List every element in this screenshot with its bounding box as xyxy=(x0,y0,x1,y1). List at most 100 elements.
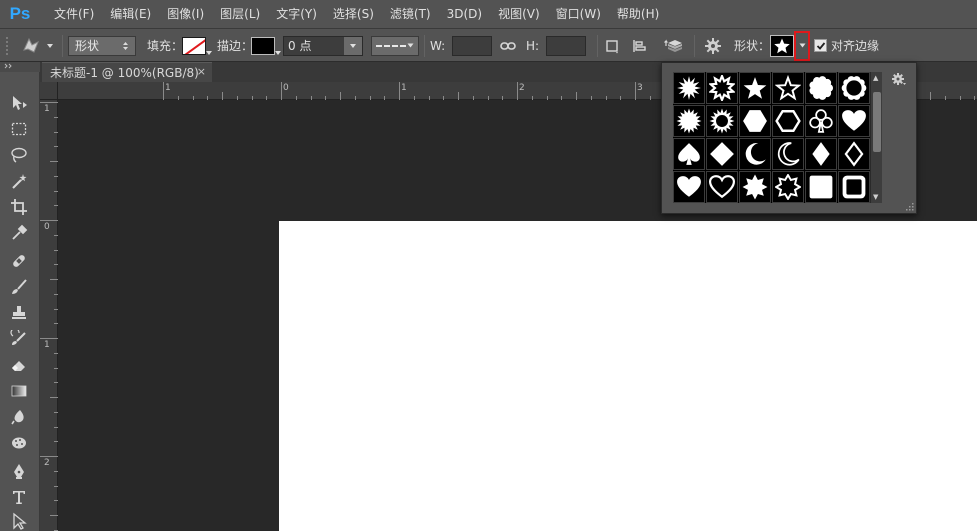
menu-type[interactable]: 文字(Y) xyxy=(268,0,325,28)
lasso-icon xyxy=(11,147,27,163)
dodge-tool[interactable] xyxy=(8,432,30,454)
eraser-icon xyxy=(12,361,25,371)
menu-3d[interactable]: 3D(D) xyxy=(439,0,490,28)
club-icon xyxy=(809,109,833,133)
menu-window[interactable]: 窗口(W) xyxy=(548,0,609,28)
pen-tool[interactable] xyxy=(8,460,30,482)
menu-filter[interactable]: 滤镜(T) xyxy=(382,0,439,28)
link-icon[interactable] xyxy=(500,41,516,51)
shape-swatch[interactable] xyxy=(739,72,771,104)
shape-swatch[interactable] xyxy=(706,72,738,104)
shape-swatch[interactable] xyxy=(739,138,771,170)
geometry-options-button[interactable] xyxy=(704,29,726,62)
document-canvas[interactable] xyxy=(279,221,977,531)
type-tool[interactable] xyxy=(8,486,30,508)
menu-file[interactable]: 文件(F) xyxy=(46,0,102,28)
document-tab[interactable]: 未标题-1 @ 100%(RGB/8) × xyxy=(42,62,212,82)
stroke-width-dropdown-button[interactable] xyxy=(344,36,362,55)
marquee-tool[interactable] xyxy=(8,118,30,140)
move-tool-icon xyxy=(13,96,27,110)
move-tool[interactable] xyxy=(8,92,30,114)
menu-edit[interactable]: 编辑(E) xyxy=(102,0,159,28)
align-edges-checkbox[interactable] xyxy=(814,39,827,52)
menu-layer[interactable]: 图层(L) xyxy=(212,0,268,28)
crescent-filled-icon xyxy=(745,143,766,165)
arrange-layers-icon xyxy=(664,39,682,52)
healing-brush-tool[interactable] xyxy=(8,250,30,272)
tool-mode-dropdown[interactable]: 形状 xyxy=(68,35,136,56)
shape-swatch[interactable] xyxy=(838,138,870,170)
stroke-color-swatch-icon xyxy=(251,36,275,55)
shape-swatch[interactable] xyxy=(706,171,738,203)
resize-grip-icon[interactable] xyxy=(906,203,914,211)
updown-arrow-icon xyxy=(123,41,128,50)
eraser-tool[interactable] xyxy=(8,354,30,376)
shape-swatch[interactable] xyxy=(706,105,738,137)
vertical-ruler[interactable]: 1 0 1 2 xyxy=(40,100,58,531)
menu-view[interactable]: 视图(V) xyxy=(490,0,548,28)
ruler-label: 2 xyxy=(519,83,525,93)
height-input[interactable] xyxy=(546,35,586,56)
shape-swatch[interactable] xyxy=(739,171,771,203)
burst-16-icon xyxy=(676,108,702,134)
shape-swatch[interactable] xyxy=(772,72,804,104)
shape-swatch[interactable] xyxy=(673,72,705,104)
stroke-swatch[interactable] xyxy=(251,36,281,55)
shape-swatch[interactable] xyxy=(772,171,804,203)
shape-preview[interactable] xyxy=(770,34,794,57)
shape-swatch[interactable] xyxy=(805,105,837,137)
menu-bar: Ps 文件(F) 编辑(E) 图像(I) 图层(L) 文字(Y) 选择(S) 滤… xyxy=(0,0,977,28)
shape-swatch[interactable] xyxy=(673,105,705,137)
shape-swatch[interactable] xyxy=(772,138,804,170)
lasso-tool[interactable] xyxy=(8,144,30,166)
shape-swatch[interactable] xyxy=(706,138,738,170)
shape-swatch[interactable] xyxy=(772,105,804,137)
shape-swatch[interactable] xyxy=(805,138,837,170)
shape-swatch[interactable] xyxy=(673,138,705,170)
panel-collapse-grip[interactable] xyxy=(0,62,40,72)
history-brush-tool[interactable] xyxy=(8,328,30,350)
shape-swatch[interactable] xyxy=(673,171,705,203)
magic-wand-tool[interactable] xyxy=(8,170,30,192)
eyedropper-tool[interactable] xyxy=(8,222,30,244)
star-8-filled-icon xyxy=(742,174,768,200)
scroll-up-icon[interactable]: ▲ xyxy=(873,74,878,82)
star-outline-icon xyxy=(775,75,801,101)
stroke-width-field[interactable]: 0 点 xyxy=(283,35,363,56)
shape-swatch[interactable] xyxy=(838,72,870,104)
menu-image[interactable]: 图像(I) xyxy=(159,0,212,28)
tool-preset-picker[interactable] xyxy=(20,29,58,62)
clone-stamp-tool[interactable] xyxy=(8,302,30,324)
menu-help[interactable]: 帮助(H) xyxy=(609,0,667,28)
path-selection-tool[interactable] xyxy=(8,510,30,531)
no-fill-swatch-icon xyxy=(182,36,206,55)
blur-tool[interactable] xyxy=(8,406,30,428)
crop-tool[interactable] xyxy=(8,196,30,218)
eyedropper-icon xyxy=(12,224,28,240)
shape-swatch[interactable] xyxy=(805,72,837,104)
width-input[interactable] xyxy=(452,35,492,56)
path-alignment-button[interactable] xyxy=(632,29,652,62)
shape-picker-scrollbar[interactable]: ▲ ▼ xyxy=(870,72,882,203)
shape-swatch[interactable] xyxy=(739,105,771,137)
scroll-down-icon[interactable]: ▼ xyxy=(873,193,878,201)
ruler-origin[interactable] xyxy=(40,82,58,100)
shape-swatch[interactable] xyxy=(805,171,837,203)
path-arrangement-button[interactable] xyxy=(664,29,686,62)
shape-swatch[interactable] xyxy=(838,105,870,137)
menu-select[interactable]: 选择(S) xyxy=(325,0,382,28)
diamond-filled-icon xyxy=(710,142,734,166)
fill-swatch[interactable] xyxy=(182,36,212,55)
close-tab-icon[interactable]: × xyxy=(197,65,206,78)
gradient-tool[interactable] xyxy=(8,380,30,402)
shape-picker-dropdown-button[interactable] xyxy=(794,30,810,61)
shape-swatch[interactable] xyxy=(838,171,870,203)
scroll-thumb[interactable] xyxy=(873,92,881,152)
burst-16-outline-icon xyxy=(709,108,735,134)
path-operations-button[interactable] xyxy=(604,29,624,62)
brush-tool[interactable] xyxy=(8,276,30,298)
gear-icon[interactable] xyxy=(891,72,907,88)
stroke-type-dropdown[interactable] xyxy=(371,35,419,56)
rounded-square-filled-icon xyxy=(809,175,833,199)
align-edges-checkbox-row[interactable]: 对齐边缘 xyxy=(814,29,879,62)
